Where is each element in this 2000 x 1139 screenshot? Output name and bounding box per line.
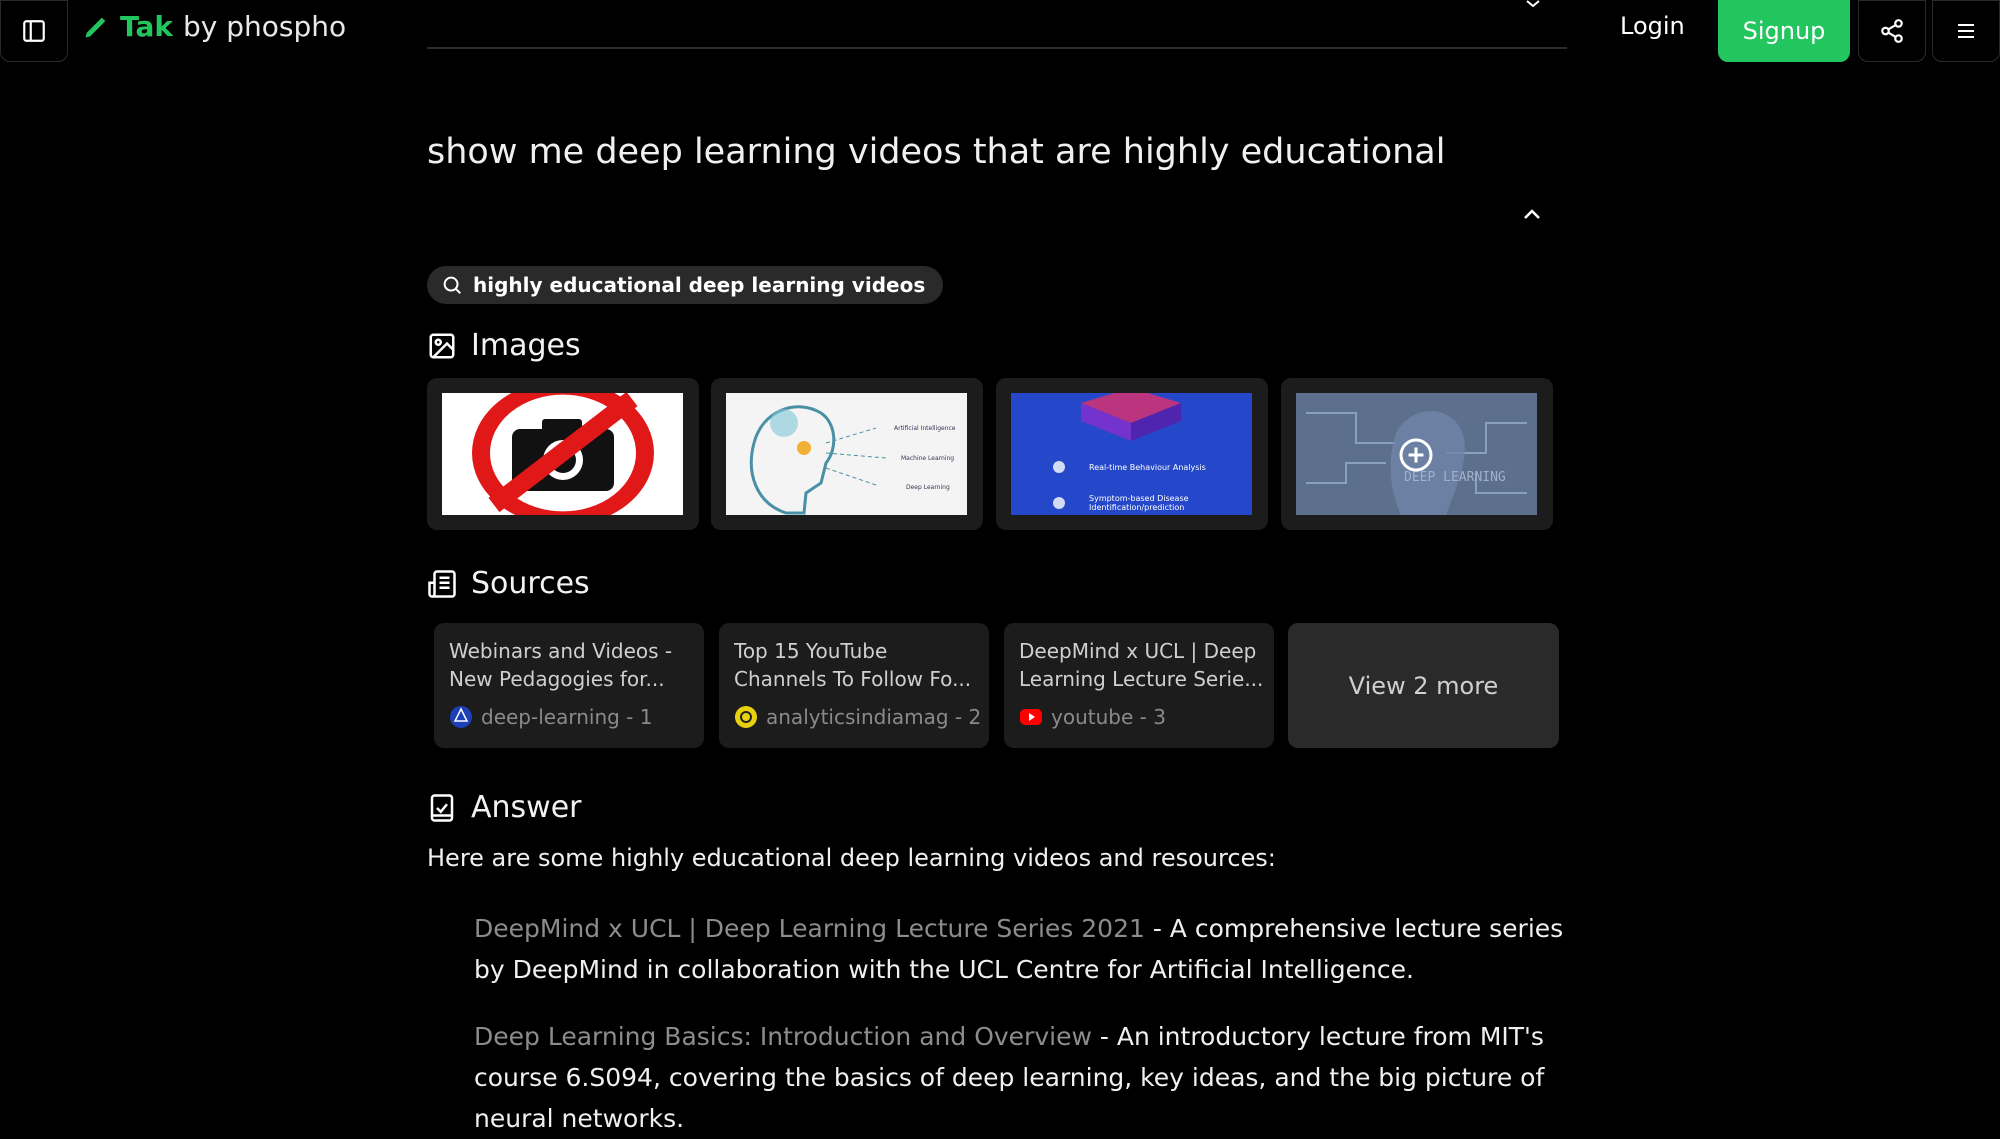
source-site: analyticsindiamag - 2	[766, 705, 982, 729]
source-card[interactable]: Webinars and Videos - New Pedagogies for…	[434, 623, 704, 748]
source-card[interactable]: Top 15 YouTube Channels To Follow Fo... …	[719, 623, 989, 748]
image-thumbnail[interactable]: Real-time Behaviour Analysis Symptom-bas…	[996, 378, 1268, 530]
thumb-label: Identification/prediction	[1089, 503, 1184, 512]
thumb-label: Real-time Behaviour Analysis	[1089, 463, 1206, 472]
header-divider	[427, 47, 1567, 49]
thumb-label: Symptom-based Disease	[1089, 494, 1189, 503]
sources-heading: Sources	[427, 566, 590, 601]
image-thumbnail[interactable]: Artificial Intelligence Machine Learning…	[711, 378, 983, 530]
source-title: DeepMind x UCL | Deep Learning Lecture S…	[1019, 639, 1264, 691]
answer-link[interactable]: Deep Learning Basics: Introduction and O…	[474, 1022, 1092, 1051]
answer-link[interactable]: DeepMind x UCL | Deep Learning Lecture S…	[474, 914, 1145, 943]
login-button[interactable]: Login	[1620, 12, 1685, 40]
share-icon	[1881, 19, 1903, 43]
share-button[interactable]	[1858, 0, 1926, 62]
brand-byline: by phospho	[183, 10, 347, 43]
answer-heading-text: Answer	[471, 790, 582, 825]
answer-heading: Answer	[427, 790, 582, 825]
newspaper-icon	[428, 569, 456, 598]
image-thumbnail[interactable]	[427, 378, 699, 530]
analyticsindiamag-favicon-icon	[735, 706, 757, 728]
search-icon	[443, 276, 461, 294]
plus-circle-icon[interactable]	[1398, 437, 1434, 473]
chevron-down-icon[interactable]	[1524, 0, 1542, 10]
chevron-up-icon[interactable]	[1522, 208, 1542, 220]
youtube-favicon-icon	[1020, 709, 1042, 725]
menu-button[interactable]	[1932, 0, 2000, 62]
thumb-label: Machine Learning	[901, 455, 954, 462]
images-heading-text: Images	[471, 328, 581, 363]
source-site: deep-learning - 1	[481, 705, 653, 729]
image-thumbnail-more[interactable]: DEEP LEARNING	[1281, 378, 1553, 530]
no-camera-icon	[472, 393, 654, 515]
images-heading: Images	[427, 328, 581, 363]
brand-logo[interactable]: Tak by phospho	[82, 10, 346, 43]
source-title: Top 15 YouTube Channels To Follow Fo...	[734, 639, 972, 691]
view-more-sources-button[interactable]: View 2 more	[1288, 623, 1559, 748]
signup-button[interactable]: Signup	[1718, 0, 1850, 62]
search-query-text: highly educational deep learning videos	[473, 273, 926, 297]
thumb-label: Artificial Intelligence	[894, 425, 956, 432]
query-title: show me deep learning videos that are hi…	[427, 132, 1446, 172]
healthcare-ai-illustration: Real-time Behaviour Analysis Symptom-bas…	[1053, 393, 1206, 512]
answer-intro: Here are some highly educational deep le…	[427, 844, 1276, 872]
deep-learning-favicon-icon	[450, 706, 472, 728]
ai-head-illustration: Artificial Intelligence Machine Learning…	[749, 405, 956, 515]
sources-heading-text: Sources	[471, 566, 590, 601]
answer-list-item: Deep Learning Basics: Introduction and O…	[474, 1016, 1574, 1139]
sidebar-icon	[23, 20, 45, 42]
book-check-icon	[430, 793, 454, 822]
image-icon	[429, 333, 455, 358]
source-card[interactable]: DeepMind x UCL | Deep Learning Lecture S…	[1004, 623, 1274, 748]
brand-name: Tak	[120, 10, 174, 43]
answer-list-item: DeepMind x UCL | Deep Learning Lecture S…	[474, 908, 1574, 990]
search-query-pill[interactable]: highly educational deep learning videos	[427, 266, 944, 304]
pencil-icon	[85, 17, 106, 37]
sidebar-toggle-button[interactable]	[0, 0, 68, 62]
source-site: youtube - 3	[1051, 705, 1166, 729]
thumb-label: Deep Learning	[906, 484, 950, 491]
source-title: Webinars and Videos - New Pedagogies for…	[449, 639, 673, 691]
hamburger-icon	[1958, 24, 1974, 38]
